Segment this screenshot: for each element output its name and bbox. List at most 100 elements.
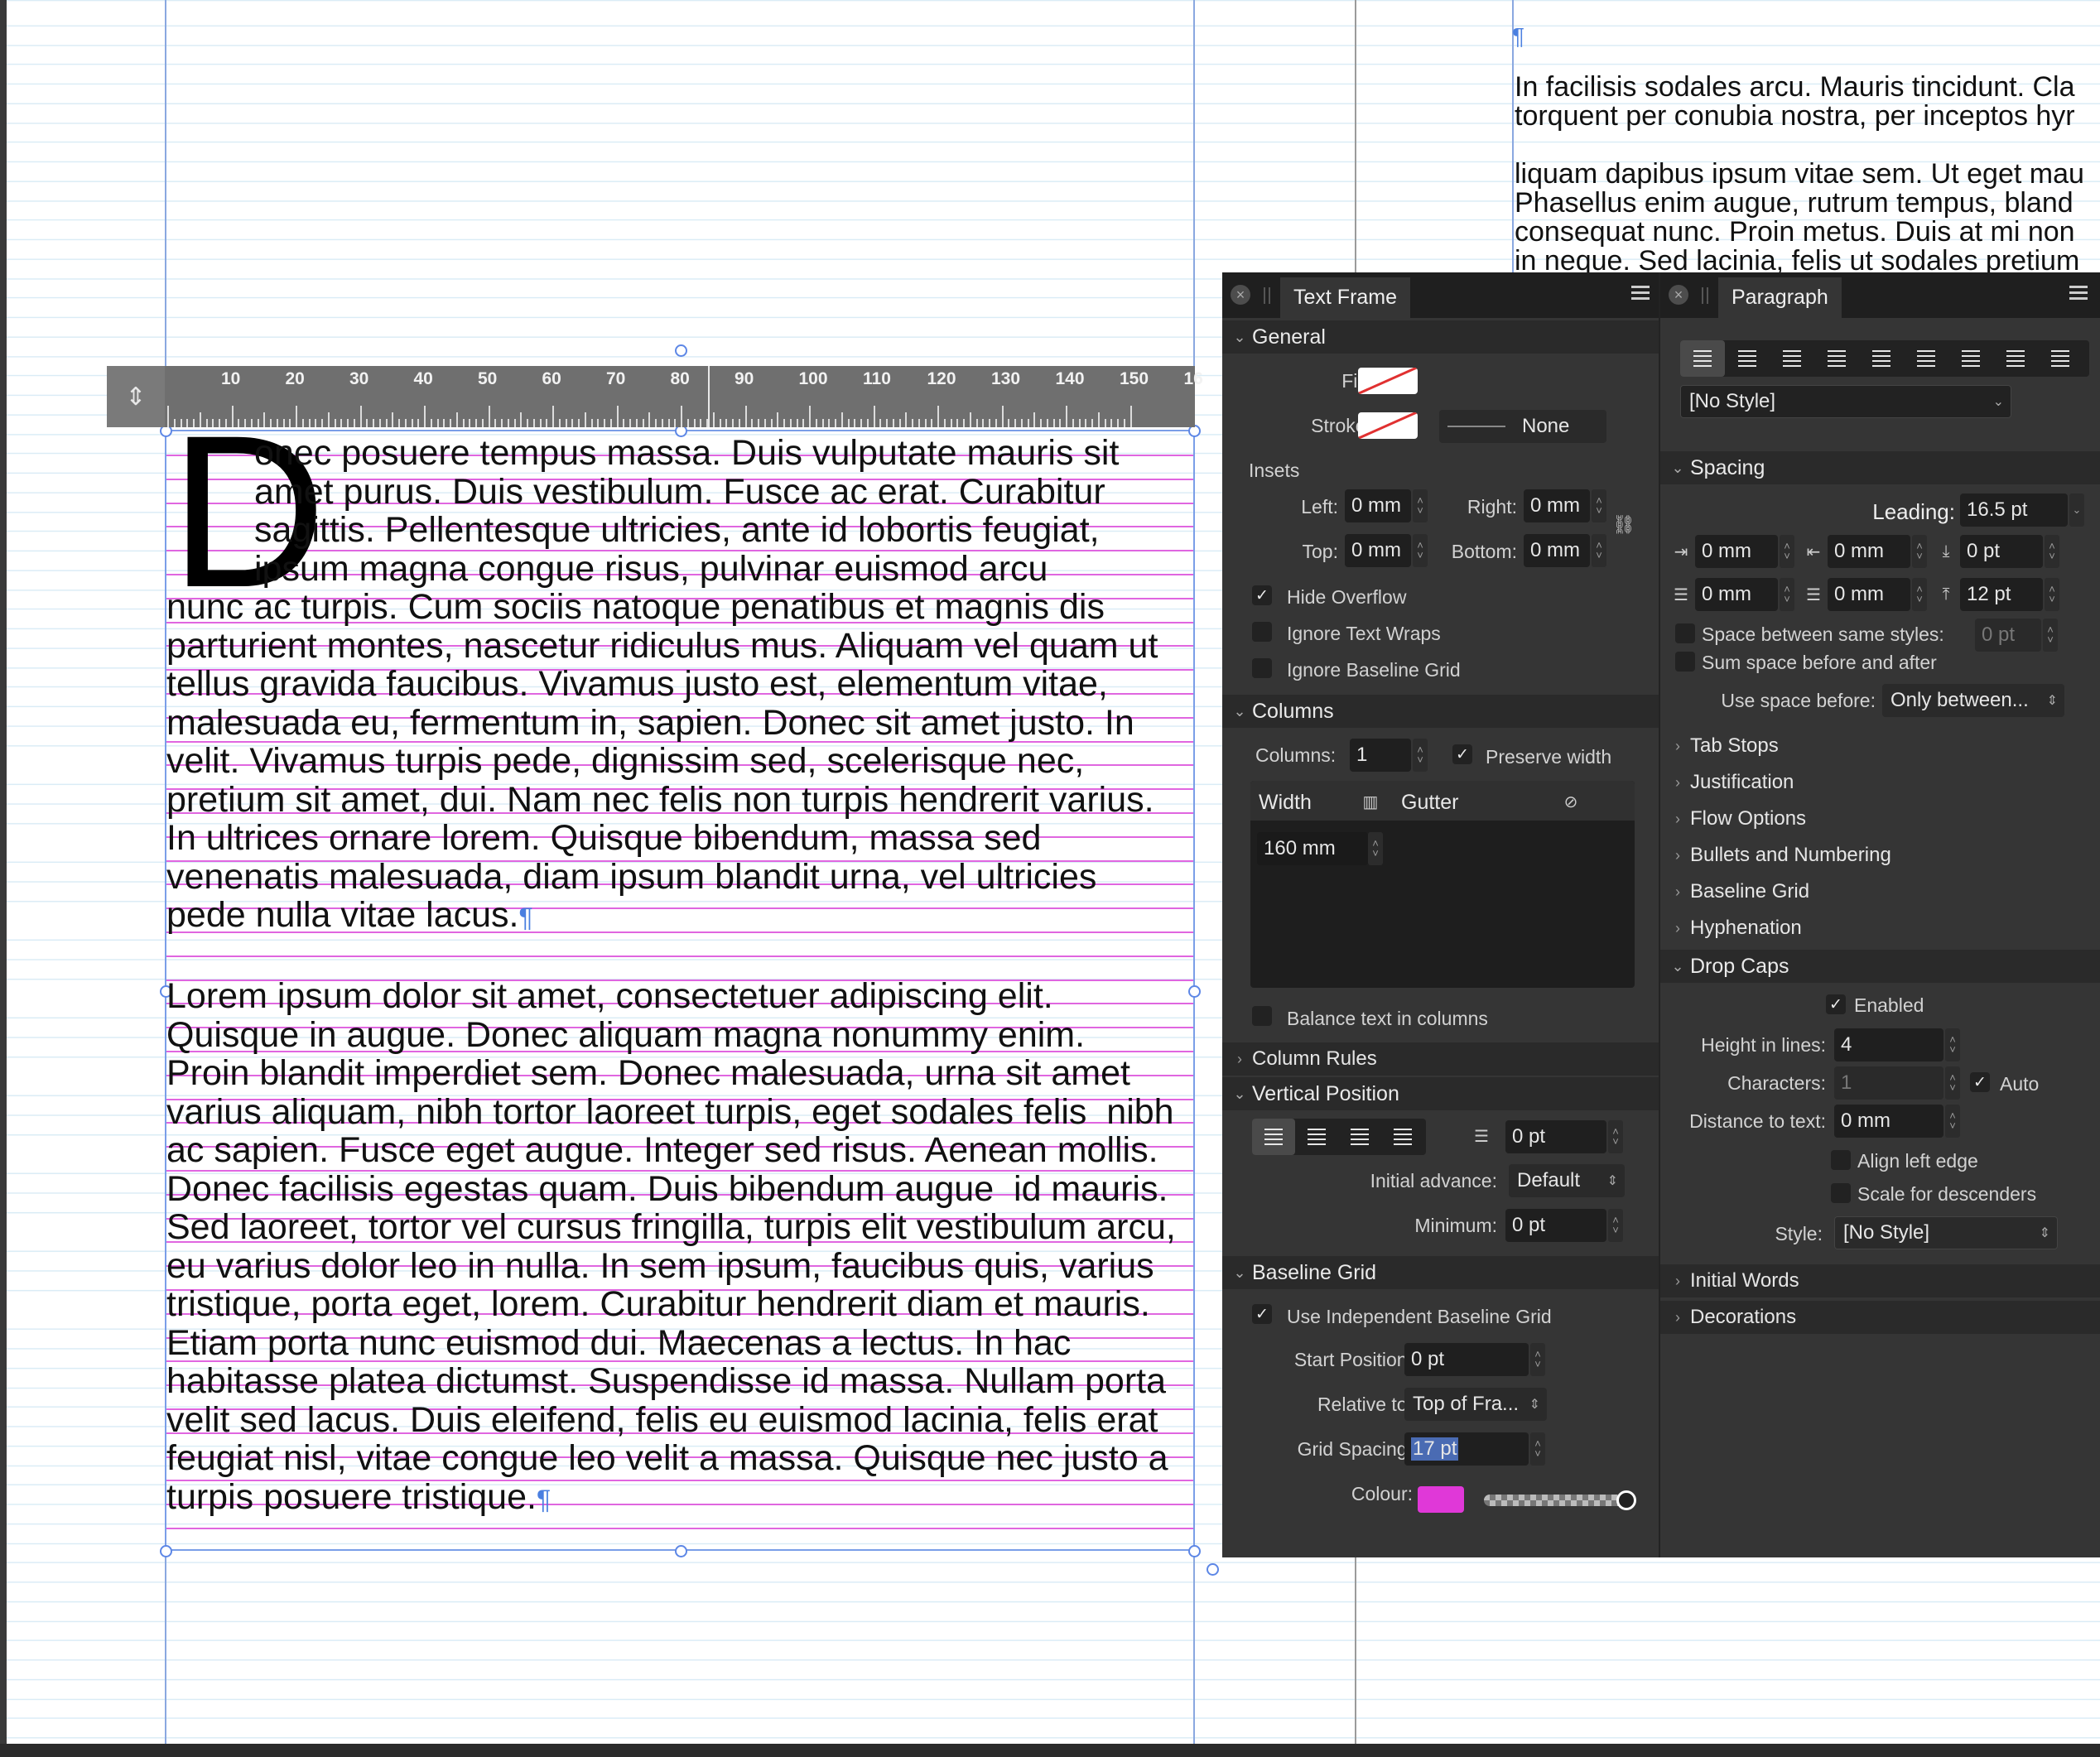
section-general[interactable]: ⌄ General <box>1222 320 1659 354</box>
right-indent-stepper[interactable]: ˄ ˅ <box>1780 578 1794 611</box>
space-before-stepper[interactable]: ˄ ˅ <box>2045 535 2059 568</box>
height-in-lines-stepper[interactable]: ˄ ˅ <box>1945 1028 1960 1061</box>
collapsed-section[interactable]: › Flow Options <box>1660 802 2100 835</box>
drag-grip-icon[interactable] <box>1702 287 1708 304</box>
grid-spacing-field[interactable]: 17 pt <box>1404 1432 1529 1466</box>
grid-opacity-slider[interactable] <box>1484 1495 1625 1506</box>
space-between-field[interactable]: 0 pt <box>1975 619 2041 652</box>
tab-paragraph[interactable]: Paragraph <box>1718 277 1842 318</box>
frame-handle-bottom-mid[interactable] <box>675 1545 687 1557</box>
align-left-edge-checkbox[interactable] <box>1831 1150 1851 1170</box>
stroke-style-dropdown[interactable]: None <box>1439 410 1606 443</box>
first-line-indent-stepper[interactable]: ˄ ˅ <box>1912 535 1927 568</box>
inset-top-field[interactable]: 0 mm <box>1345 534 1411 567</box>
drop-caps-enabled-checkbox[interactable]: ✓ <box>1826 994 1846 1014</box>
horizontal-ruler[interactable]: 10 20 30 40 50 60 70 80 90 100 110 120 130 140 150 16 <box>107 366 1203 427</box>
last-line-indent-stepper[interactable]: ˄ ˅ <box>1912 578 1927 611</box>
paragraph-align-button[interactable] <box>1859 340 1904 377</box>
inset-right-field[interactable]: 0 mm <box>1524 489 1590 522</box>
left-indent-stepper[interactable]: ˄ ˅ <box>1780 535 1794 568</box>
last-line-indent-field[interactable]: 0 mm <box>1828 578 1910 611</box>
leading-dropdown-arrow[interactable]: ⌄ <box>2069 493 2084 527</box>
opacity-slider-knob[interactable] <box>1616 1490 1636 1510</box>
gutter-link-icon[interactable]: ⊘ <box>1560 791 1582 812</box>
section-spacing[interactable]: ⌄ Spacing <box>1660 451 2100 484</box>
close-icon[interactable]: × <box>1231 285 1250 305</box>
use-space-before-dropdown[interactable]: Only between... ⇕ <box>1882 684 2064 717</box>
initial-advance-dropdown[interactable]: Default ⇕ <box>1509 1164 1625 1197</box>
frame-handle-bottom-right[interactable] <box>1188 1545 1201 1557</box>
space-between-stepper[interactable]: ˄ ˅ <box>2043 619 2058 652</box>
fill-swatch[interactable] <box>1358 368 1418 394</box>
space-after-stepper[interactable]: ˄ ˅ <box>2045 578 2059 611</box>
collapsed-section[interactable]: › Justification <box>1660 766 2100 799</box>
paragraph-align-button[interactable] <box>1770 340 1814 377</box>
paragraph-align-button[interactable] <box>2038 340 2083 377</box>
column-width-icon[interactable]: ▥ <box>1360 791 1381 812</box>
drop-cap-style-dropdown[interactable]: [No Style] ⇕ <box>1834 1216 2058 1249</box>
vertical-offset-stepper[interactable]: ˄ ˅ <box>1608 1120 1623 1153</box>
ignore-text-wraps-checkbox[interactable] <box>1252 622 1272 642</box>
leading-field[interactable]: 16.5 pt <box>1960 493 2068 527</box>
inset-bottom-stepper[interactable]: ˄ ˅ <box>1592 534 1606 567</box>
collapsed-section[interactable]: › Tab Stops <box>1660 729 2100 763</box>
minimum-field[interactable]: 0 pt <box>1505 1209 1606 1242</box>
inset-right-stepper[interactable]: ˄ ˅ <box>1592 489 1606 522</box>
start-position-field[interactable]: 0 pt <box>1404 1343 1529 1376</box>
grid-colour-swatch[interactable] <box>1418 1486 1464 1513</box>
valign-top-button[interactable] <box>1252 1119 1295 1155</box>
valign-justify-button[interactable] <box>1381 1119 1424 1155</box>
collapsed-section[interactable]: › Baseline Grid <box>1660 875 2100 908</box>
paragraph-1[interactable]: onec posuere tempus massa. Duis vulputat… <box>166 434 1197 937</box>
stroke-swatch[interactable] <box>1358 412 1418 439</box>
grid-spacing-stepper[interactable]: ˄ ˅ <box>1530 1432 1545 1466</box>
minimum-stepper[interactable]: ˄ ˅ <box>1608 1209 1623 1242</box>
frame-handle-rotate[interactable] <box>675 344 687 357</box>
columns-field[interactable]: 1 <box>1350 739 1411 772</box>
column-width-stepper[interactable]: ˄ ˅ <box>1368 832 1383 865</box>
use-independent-grid-checkbox[interactable]: ✓ <box>1252 1304 1272 1324</box>
ruler-handle-icon[interactable]: ⇕ <box>107 366 165 427</box>
relative-to-dropdown[interactable]: Top of Fra... ⇕ <box>1404 1388 1547 1421</box>
valign-center-button[interactable] <box>1295 1119 1338 1155</box>
balance-columns-checkbox[interactable] <box>1252 1006 1272 1026</box>
paragraph-align-button[interactable] <box>1993 340 2038 377</box>
panel-menu-icon[interactable] <box>1631 286 1650 301</box>
drag-grip-icon[interactable] <box>1264 287 1270 304</box>
distance-to-text-field[interactable]: 0 mm <box>1834 1105 1943 1138</box>
sum-space-checkbox[interactable] <box>1675 652 1695 672</box>
scale-descenders-checkbox[interactable] <box>1831 1183 1851 1203</box>
preserve-width-checkbox[interactable]: ✓ <box>1452 744 1472 764</box>
characters-stepper[interactable]: ˄ ˅ <box>1945 1066 1960 1100</box>
paragraph-align-button[interactable] <box>1725 340 1770 377</box>
auto-characters-checkbox[interactable]: ✓ <box>1970 1072 1990 1092</box>
right-page-text[interactable]: In facilisis sodales arcu. Mauris tincid… <box>1515 73 2084 276</box>
valign-bottom-button[interactable] <box>1338 1119 1381 1155</box>
inset-left-stepper[interactable]: ˄ ˅ <box>1413 489 1428 522</box>
paragraph-align-button[interactable] <box>1814 340 1859 377</box>
paragraph-align-button[interactable] <box>1948 340 1993 377</box>
collapsed-section[interactable]: › Bullets and Numbering <box>1660 839 2100 872</box>
first-line-indent-field[interactable]: 0 mm <box>1828 535 1910 568</box>
link-insets-icon[interactable]: ⛓ <box>1612 504 1635 546</box>
paragraph-align-button[interactable] <box>1680 340 1725 377</box>
ignore-baseline-grid-checkbox[interactable] <box>1252 658 1272 678</box>
columns-stepper[interactable]: ˄ ˅ <box>1413 739 1428 772</box>
right-indent-field[interactable]: 0 mm <box>1695 578 1778 611</box>
paragraph-2[interactable]: Lorem ipsum dolor sit amet, consectetuer… <box>166 977 1197 1519</box>
frame-handle-bottom-left[interactable] <box>160 1545 172 1557</box>
section-decorations[interactable]: › Decorations <box>1660 1301 2100 1334</box>
close-icon[interactable]: × <box>1669 285 1688 305</box>
section-column-rules[interactable]: › Column Rules <box>1222 1042 1659 1076</box>
section-drop-caps[interactable]: ⌄ Drop Caps <box>1660 950 2100 983</box>
panel-menu-icon[interactable] <box>2069 286 2088 301</box>
characters-field[interactable]: 1 <box>1834 1066 1943 1100</box>
tab-text-frame[interactable]: Text Frame <box>1280 277 1411 318</box>
frame-handle-rotate-corner[interactable] <box>1207 1563 1219 1576</box>
hide-overflow-checkbox[interactable]: ✓ <box>1252 585 1272 605</box>
section-initial-words[interactable]: › Initial Words <box>1660 1264 2100 1297</box>
section-vertical-position[interactable]: ⌄ Vertical Position <box>1222 1077 1659 1110</box>
space-between-checkbox[interactable] <box>1675 623 1695 643</box>
paragraph-align-button[interactable] <box>1904 340 1948 377</box>
start-position-stepper[interactable]: ˄ ˅ <box>1530 1343 1545 1376</box>
